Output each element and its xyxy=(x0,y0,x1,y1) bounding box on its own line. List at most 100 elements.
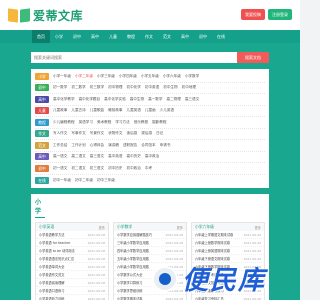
category-link[interactable]: 高一语文 xyxy=(53,154,67,159)
category-link[interactable]: 初二语文 xyxy=(71,166,85,171)
submit-doc-button[interactable]: 我要投稿 xyxy=(241,9,265,20)
category-link[interactable]: 高三语文 xyxy=(185,97,199,102)
category-link[interactable]: 初中三年级 xyxy=(97,178,115,183)
category-link[interactable]: 申请书 xyxy=(160,143,171,148)
nav-item[interactable]: 作文 xyxy=(140,30,158,43)
column-title[interactable]: 小学英语 xyxy=(39,224,54,230)
category-link[interactable]: 高中化学题目 xyxy=(79,97,101,102)
category-link[interactable]: 中考 xyxy=(145,166,152,171)
more-link[interactable]: 更多 xyxy=(99,225,105,230)
category-link[interactable]: 观后感 xyxy=(141,131,152,136)
category-tag[interactable]: 在线 xyxy=(35,176,49,184)
category-link[interactable]: 初中二年级 xyxy=(75,178,93,183)
category-link[interactable]: 合同范本 xyxy=(141,143,155,148)
category-link[interactable]: 摄影教程 xyxy=(152,120,166,125)
category-link[interactable]: 高一数学 xyxy=(148,97,162,102)
doc-title[interactable]: 四年级小学数学应用题 xyxy=(117,248,164,253)
doc-title[interactable]: 小学英语单词大全 xyxy=(39,264,86,269)
category-link[interactable]: 儿童英语 xyxy=(127,108,141,113)
category-link[interactable]: 小学五年级 xyxy=(141,74,159,79)
list-item[interactable]: 小学英语教学方法 2021-06-28 xyxy=(36,231,108,239)
nav-item-home[interactable]: 首页 xyxy=(32,30,50,43)
list-item[interactable]: 六年级上学期语文期末试卷 2021-06-28 xyxy=(192,231,264,239)
category-link[interactable]: 少儿英语 xyxy=(160,108,174,113)
category-link[interactable]: 初三语文 xyxy=(90,166,104,171)
category-link[interactable]: 初三数学 xyxy=(90,85,104,90)
category-link[interactable]: 状物作文 xyxy=(108,131,122,136)
doc-title[interactable]: 小学英语听力训练 xyxy=(39,296,86,300)
list-item[interactable]: 小学英语语法知识点汇总 2021-06-28 xyxy=(36,255,108,263)
register-login-button[interactable]: 注册登录 xyxy=(268,9,292,20)
category-link[interactable]: 儿童画 xyxy=(145,108,156,113)
list-item[interactable]: 小学英语单词大全 2021-06-28 xyxy=(36,263,108,271)
list-item[interactable]: 四年级小学数学应用题 2021-06-28 xyxy=(114,247,186,255)
category-link[interactable]: 初中物理 xyxy=(108,85,122,90)
category-tag[interactable]: 高中 xyxy=(35,153,49,161)
category-link[interactable]: 睡前故事 xyxy=(108,108,122,113)
category-link[interactable]: 初中化学 xyxy=(127,85,141,90)
doc-title[interactable]: 六年级上学期语文期末试卷 xyxy=(195,232,242,237)
category-link[interactable]: 儿童古诗 xyxy=(71,108,85,113)
search-button[interactable]: 搜索文档 xyxy=(237,52,269,63)
category-link[interactable]: 日记 xyxy=(156,131,163,136)
category-link[interactable]: 高二语文 xyxy=(71,154,85,159)
category-link[interactable]: 小学三年级 xyxy=(97,74,115,79)
nav-item[interactable]: 高中 xyxy=(176,30,194,43)
category-link[interactable]: 美术教程 xyxy=(97,120,111,125)
site-logo[interactable]: 爱蒂文库 xyxy=(8,7,83,24)
category-link[interactable]: 初中地理 xyxy=(182,85,196,90)
category-link[interactable]: 初一语文 xyxy=(53,166,67,171)
more-link[interactable]: 更多 xyxy=(177,225,183,230)
category-link[interactable]: 儿童故事 xyxy=(53,108,67,113)
category-link[interactable]: 读后感 xyxy=(127,131,138,136)
category-link[interactable]: 少儿编程教程 xyxy=(53,120,75,125)
category-tag[interactable]: 初中 xyxy=(35,84,49,92)
nav-item[interactable]: 在线 xyxy=(212,30,230,43)
list-item[interactable]: 小学英语 for teacher 2021-06-28 xyxy=(36,239,108,247)
category-link[interactable]: 高三语文 xyxy=(90,154,104,159)
category-link[interactable]: 高中政治 xyxy=(145,154,159,159)
list-item[interactable]: 六年级上册数学期末试卷 2021-06-28 xyxy=(192,239,264,247)
category-link[interactable]: 高二物理 xyxy=(166,97,180,102)
category-link[interactable]: 演讲稿 xyxy=(108,143,119,148)
doc-title[interactable]: 小学英语语法知识点汇总 xyxy=(39,256,86,261)
list-item[interactable]: 小学英语听力训练 2021-06-28 xyxy=(36,295,108,300)
doc-title[interactable]: 小学英语 for teacher xyxy=(39,240,86,245)
search-input[interactable] xyxy=(31,52,237,63)
category-link[interactable]: 小学数学 xyxy=(185,74,199,79)
doc-title[interactable]: 小学英语教学方法 xyxy=(39,232,86,237)
more-link[interactable]: 更多 xyxy=(255,225,261,230)
category-link[interactable]: 高中英语 xyxy=(108,154,122,159)
category-link[interactable]: 工作计划 xyxy=(71,143,85,148)
category-link[interactable]: 英语学习 xyxy=(79,120,93,125)
category-link[interactable]: 写事作文 xyxy=(71,131,85,136)
category-link[interactable]: 初中生物 xyxy=(163,85,177,90)
nav-item[interactable]: 初中 xyxy=(194,30,212,43)
category-link[interactable]: 儿童歌曲 xyxy=(90,108,104,113)
category-link[interactable]: 初中英语 xyxy=(145,85,159,90)
doc-title[interactable]: 小学英语口语练习 xyxy=(39,288,86,293)
doc-title[interactable]: 六年级上册英语期末试卷 xyxy=(195,248,242,253)
list-item[interactable]: 六年级上册英语期末试卷 2021-06-28 xyxy=(192,247,264,255)
list-item[interactable]: 小学英语 to be 动词用法 2021-06-28 xyxy=(36,247,108,255)
category-tag[interactable]: 范文 xyxy=(35,141,49,149)
category-link[interactable]: 初中一年级 xyxy=(53,178,71,183)
category-link[interactable]: 初中政治 xyxy=(127,166,141,171)
category-link[interactable]: 学习方法 xyxy=(115,120,129,125)
category-link[interactable]: 小学六年级 xyxy=(163,74,181,79)
category-tag[interactable]: 高中 xyxy=(35,95,49,103)
category-tag[interactable]: 教程 xyxy=(35,118,49,126)
category-link[interactable]: 高中化学教学 xyxy=(53,97,75,102)
list-item[interactable]: 三年级小学数学应用题 2021-06-28 xyxy=(114,239,186,247)
doc-title[interactable]: 三年级小学数学应用题 xyxy=(117,240,164,245)
nav-item[interactable]: 范文 xyxy=(158,30,176,43)
nav-item[interactable]: 儿童 xyxy=(104,30,122,43)
list-item[interactable]: 小学英语阅读理解 2021-06-28 xyxy=(36,279,108,287)
category-link[interactable]: 写景作文 xyxy=(90,131,104,136)
category-tag[interactable]: 儿童 xyxy=(35,107,49,115)
category-link[interactable]: 述职报告 xyxy=(123,143,137,148)
list-item[interactable]: 小学英语作文范文 2021-06-28 xyxy=(36,271,108,279)
list-item[interactable]: 小学英语口语练习 2021-06-28 xyxy=(36,287,108,295)
category-link[interactable]: 工作总结 xyxy=(53,143,67,148)
category-link[interactable]: 初二数学 xyxy=(71,85,85,90)
